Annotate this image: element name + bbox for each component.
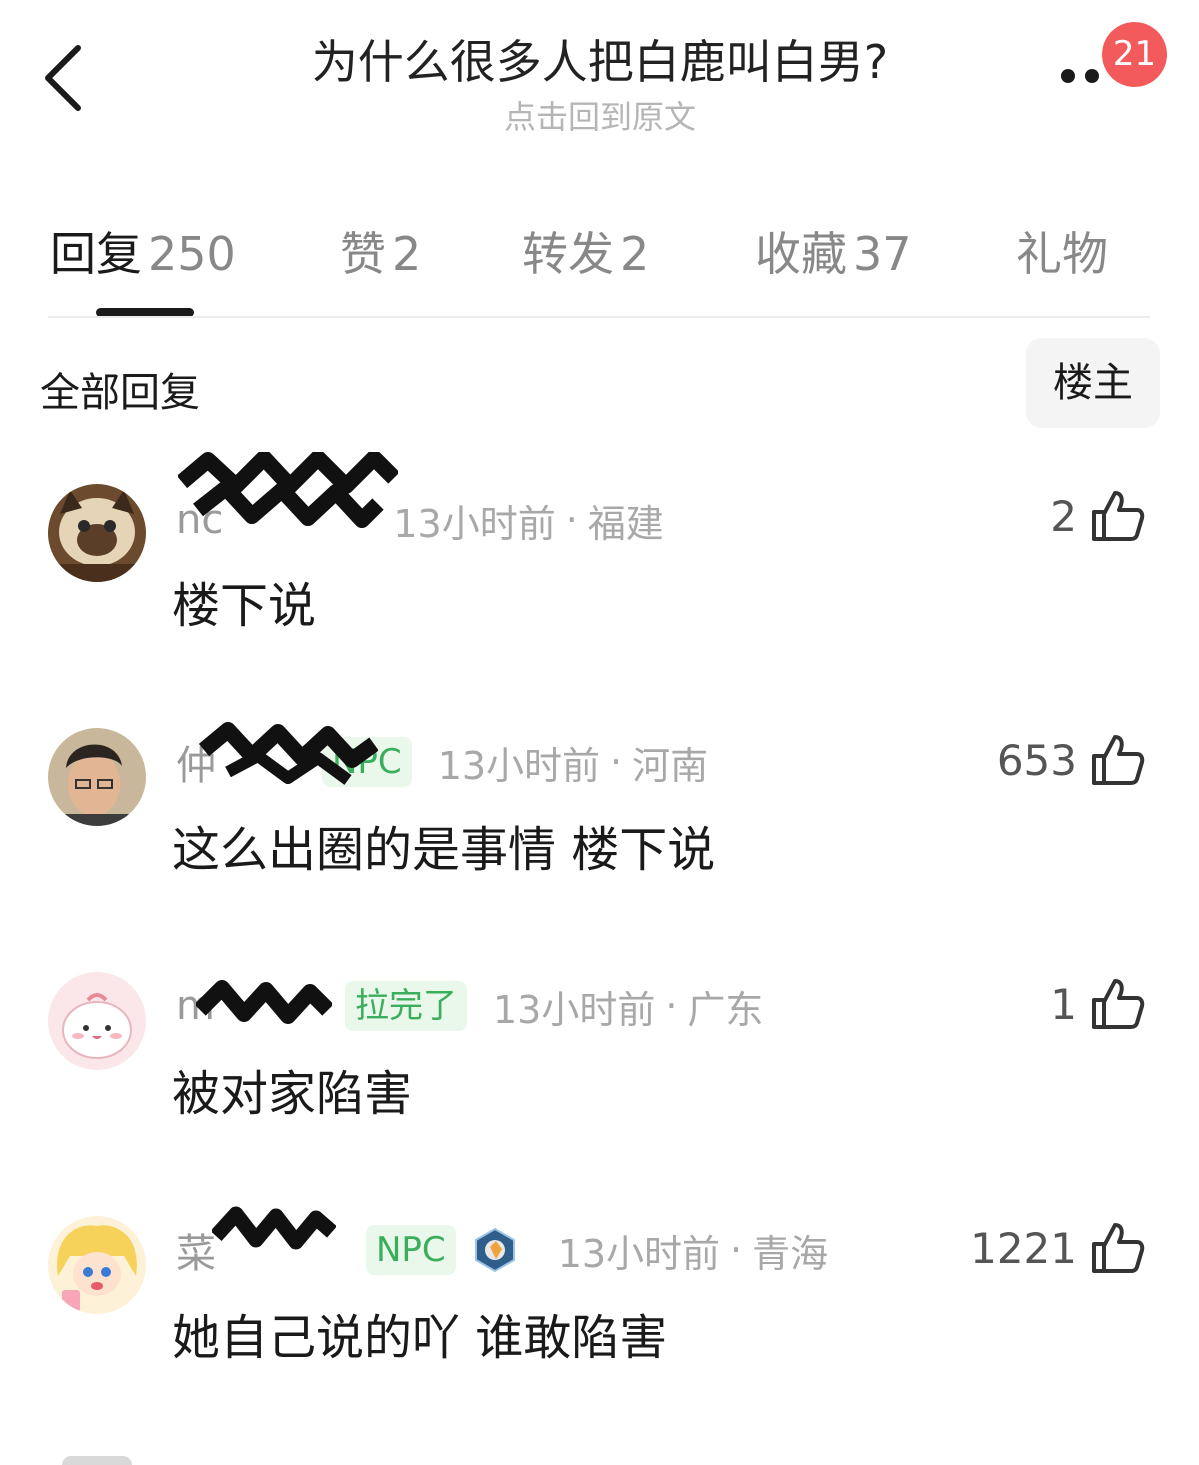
achievement-medal-icon bbox=[474, 1227, 515, 1273]
avatar[interactable] bbox=[62, 1456, 132, 1465]
thumbs-up-icon bbox=[1092, 491, 1145, 541]
more-dots-icon[interactable] bbox=[1060, 66, 1104, 86]
tab-count: 250 bbox=[148, 227, 236, 281]
like-button[interactable]: 653 bbox=[997, 734, 1145, 786]
comment-text: 这么出圈的是事情 楼下说 bbox=[172, 822, 716, 878]
tab-label: 赞 bbox=[340, 227, 386, 281]
back-chevron-icon[interactable] bbox=[42, 44, 86, 112]
tab-count: 2 bbox=[392, 227, 422, 281]
location: 青海 bbox=[752, 1231, 829, 1276]
timestamp: 13小时前 bbox=[437, 743, 601, 788]
tab-label: 礼物 bbox=[1016, 227, 1108, 281]
comment-text: 她自己说的吖 谁敢陷害 bbox=[172, 1310, 668, 1366]
tabs-divider bbox=[48, 316, 1150, 318]
tab-gifts[interactable]: 礼物 bbox=[1016, 218, 1108, 284]
tab-likes[interactable]: 赞2 bbox=[340, 218, 421, 284]
like-button[interactable]: 1 bbox=[1050, 978, 1145, 1030]
avatar[interactable] bbox=[48, 728, 146, 826]
username[interactable]: 菜 bbox=[176, 1221, 216, 1279]
page-title[interactable]: 为什么很多人把白鹿叫白男? bbox=[200, 26, 1000, 92]
location: 福建 bbox=[587, 501, 664, 546]
timestamp: 13小时前 bbox=[557, 1231, 721, 1276]
comment-item: m 拉完了 13小时前 · 广东 被对家陷害 1 bbox=[0, 958, 1199, 1198]
tab-favorites[interactable]: 收藏 37 bbox=[755, 218, 912, 284]
redaction-scribble bbox=[198, 722, 378, 785]
avatar[interactable] bbox=[48, 1216, 146, 1314]
thumbs-up-icon bbox=[1092, 979, 1145, 1029]
timestamp: 13小时前 bbox=[393, 501, 556, 546]
like-button[interactable]: 1221 bbox=[970, 1222, 1145, 1274]
timestamp: 13小时前 bbox=[492, 987, 656, 1032]
location: 河南 bbox=[632, 743, 709, 788]
redaction-scribble bbox=[178, 452, 398, 528]
tab-label: 收藏 bbox=[755, 227, 847, 281]
notification-badge[interactable]: 21 bbox=[1102, 22, 1167, 87]
tab-label: 回复 bbox=[50, 227, 142, 281]
separator-dot: · bbox=[665, 984, 678, 1028]
comment-item: 仲 NPC 13小时前 · 河南 这么出圈的是事情 楼下说 653 bbox=[0, 714, 1199, 954]
tab-count: 37 bbox=[853, 227, 912, 281]
redaction-scribble bbox=[196, 980, 332, 1024]
avatar[interactable] bbox=[48, 484, 146, 582]
separator-dot: · bbox=[610, 740, 623, 784]
avatar[interactable] bbox=[48, 972, 146, 1070]
like-count: 1221 bbox=[970, 1223, 1077, 1273]
tab-reposts[interactable]: 转发 2 bbox=[522, 218, 649, 284]
user-tag-badge: 拉完了 bbox=[344, 981, 467, 1031]
like-button[interactable]: 2 bbox=[1050, 490, 1145, 542]
like-count: 1 bbox=[1050, 979, 1077, 1029]
separator-dot: · bbox=[730, 1228, 743, 1272]
tab-label: 转发 bbox=[522, 227, 614, 281]
comment-text: 被对家陷害 bbox=[172, 1066, 413, 1122]
comment-item: 菜 NPC 13小时前 · 青海 她自己说的吖 谁敢陷害 1221 bbox=[0, 1202, 1199, 1442]
owner-only-button[interactable]: 楼主 bbox=[1026, 338, 1160, 428]
like-count: 2 bbox=[1050, 491, 1077, 541]
comment-item: nc 13小时前 · 福建 楼下说 2 bbox=[0, 452, 1199, 710]
tab-replies[interactable]: 回复 250 bbox=[50, 218, 236, 284]
thumbs-up-icon bbox=[1092, 735, 1145, 785]
separator-dot: · bbox=[565, 498, 578, 542]
all-replies-label: 全部回复 bbox=[40, 370, 200, 416]
thumbs-up-icon bbox=[1092, 1223, 1145, 1273]
tab-count: 2 bbox=[620, 227, 650, 281]
redaction-scribble bbox=[212, 1206, 336, 1250]
back-to-original-link[interactable]: 点击回到原文 bbox=[300, 92, 900, 138]
comment-text: 楼下说 bbox=[172, 578, 317, 634]
user-tag-badge: NPC bbox=[366, 1225, 456, 1275]
like-count: 653 bbox=[996, 735, 1077, 785]
location: 广东 bbox=[687, 987, 764, 1032]
